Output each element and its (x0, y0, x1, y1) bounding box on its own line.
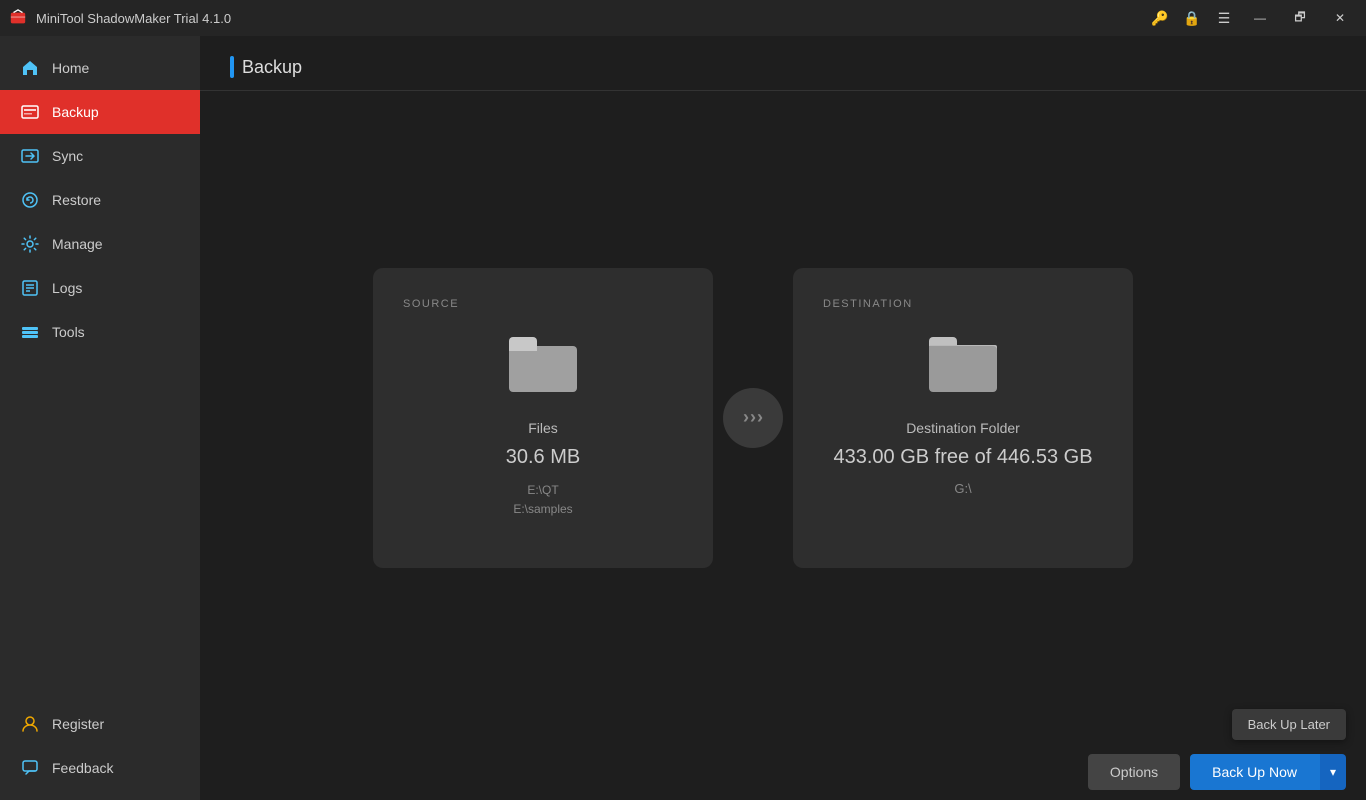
source-size: 30.6 MB (506, 446, 580, 469)
sidebar-label-sync: Sync (52, 148, 83, 164)
sidebar-label-backup: Backup (52, 104, 99, 120)
source-label: SOURCE (403, 298, 459, 310)
sidebar-item-restore[interactable]: Restore (0, 178, 200, 222)
chevron-down-icon: ▾ (1330, 765, 1336, 779)
destination-folder-icon-container (923, 330, 1003, 400)
sidebar-label-restore: Restore (52, 192, 101, 208)
source-card[interactable]: SOURCE Files 30.6 MB E:\QT E:\samples (373, 268, 713, 568)
chevron-right-icon: › (743, 407, 749, 428)
source-path-1: E:\QT (527, 483, 558, 497)
source-folder-icon (503, 330, 583, 400)
backup-now-group: Back Up Now ▾ (1190, 754, 1346, 790)
page-header: Backup (200, 36, 1366, 91)
home-icon (20, 58, 40, 78)
sidebar-label-home: Home (52, 60, 89, 76)
sidebar: Home Backup Sync (0, 36, 200, 800)
source-type: Files (528, 420, 558, 436)
feedback-icon (20, 758, 40, 778)
sidebar-item-feedback[interactable]: Feedback (0, 746, 200, 790)
manage-icon (20, 234, 40, 254)
backup-later-option[interactable]: Back Up Later (1232, 709, 1346, 740)
register-icon (20, 714, 40, 734)
logs-icon (20, 278, 40, 298)
sidebar-label-manage: Manage (52, 236, 103, 252)
key-icon-btn[interactable]: 🔑 (1146, 4, 1174, 32)
sidebar-bottom: Register Feedback (0, 702, 200, 800)
folder-body (929, 346, 997, 392)
backup-now-dropdown-button[interactable]: ▾ (1319, 754, 1346, 790)
content-area: Backup SOURCE Files 30.6 MB E:\QT E:\sam… (200, 36, 1366, 800)
destination-card[interactable]: DESTINATION Destination Folder 433.00 GB… (793, 268, 1133, 568)
arrow-circle: › › › (723, 388, 783, 448)
sidebar-item-register[interactable]: Register (0, 702, 200, 746)
sidebar-label-feedback: Feedback (52, 760, 113, 776)
close-button[interactable]: ✕ (1322, 0, 1358, 36)
source-path-2: E:\samples (513, 502, 572, 516)
sync-icon (20, 146, 40, 166)
sidebar-label-register: Register (52, 716, 104, 732)
chevron-right-icon-2: › (750, 407, 756, 428)
destination-type: Destination Folder (906, 420, 1020, 436)
folder-icon (509, 337, 577, 392)
sidebar-item-manage[interactable]: Manage (0, 222, 200, 266)
arrow-container: › › › (713, 388, 793, 448)
destination-label: DESTINATION (823, 298, 913, 310)
sidebar-item-logs[interactable]: Logs (0, 266, 200, 310)
backup-icon (20, 102, 40, 122)
destination-drive: G:\ (954, 481, 971, 496)
main-layout: Home Backup Sync (0, 36, 1366, 800)
sidebar-label-tools: Tools (52, 324, 85, 340)
titlebar-left: MiniTool ShadowMaker Trial 4.1.0 (8, 8, 231, 28)
destination-folder-icon (929, 337, 997, 392)
chevron-right-icon-3: › (757, 407, 763, 428)
restore-icon (20, 190, 40, 210)
restore-button[interactable]: 🗗 (1282, 0, 1318, 36)
page-header-bar (230, 56, 234, 78)
sidebar-item-backup[interactable]: Backup (0, 90, 200, 134)
destination-free: 433.00 GB free of 446.53 GB (833, 446, 1092, 469)
app-icon (8, 8, 28, 28)
options-button[interactable]: Options (1088, 754, 1180, 790)
lock-icon-btn[interactable]: 🔒 (1178, 4, 1206, 32)
source-paths: E:\QT E:\samples (513, 481, 572, 519)
page-title: Backup (242, 57, 302, 78)
tools-icon (20, 322, 40, 342)
menu-icon-btn[interactable]: ☰ (1210, 4, 1238, 32)
backup-area: SOURCE Files 30.6 MB E:\QT E:\samples › (200, 91, 1366, 744)
titlebar: MiniTool ShadowMaker Trial 4.1.0 🔑 🔒 ☰ —… (0, 0, 1366, 36)
minimize-button[interactable]: — (1242, 0, 1278, 36)
titlebar-controls: 🔑 🔒 ☰ — 🗗 ✕ (1146, 0, 1358, 36)
backup-cards: SOURCE Files 30.6 MB E:\QT E:\samples › (373, 268, 1193, 568)
sidebar-item-tools[interactable]: Tools (0, 310, 200, 354)
footer: Back Up Later Options Back Up Now ▾ (200, 744, 1366, 800)
sidebar-item-home[interactable]: Home (0, 46, 200, 90)
backup-now-button[interactable]: Back Up Now (1190, 754, 1319, 790)
titlebar-title: MiniTool ShadowMaker Trial 4.1.0 (36, 11, 231, 26)
sidebar-label-logs: Logs (52, 280, 82, 296)
sidebar-item-sync[interactable]: Sync (0, 134, 200, 178)
